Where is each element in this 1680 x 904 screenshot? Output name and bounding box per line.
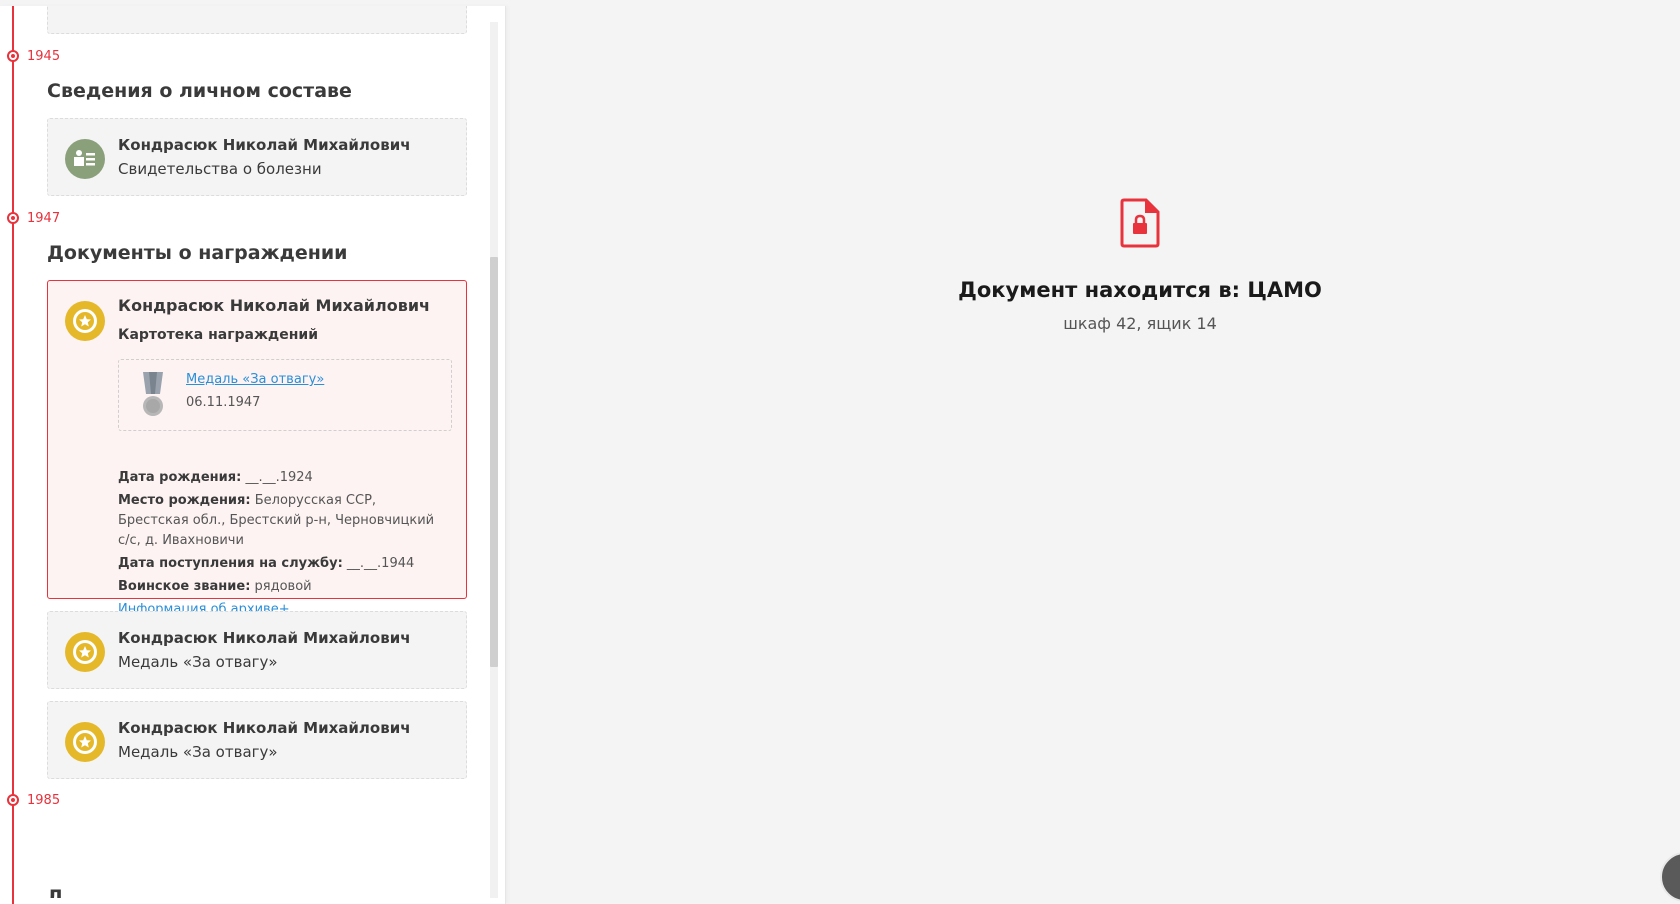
document-location-title: Документ находится в: ЦАМО <box>958 278 1322 302</box>
scrollbar[interactable] <box>490 22 498 898</box>
year-marker <box>7 794 19 806</box>
detail-label: Дата рождения: <box>118 470 242 485</box>
award-link[interactable]: Медаль «За отвагу» <box>186 372 324 387</box>
detail-label: Место рождения: <box>118 493 251 508</box>
detail-label: Дата поступления на службу: <box>118 556 343 571</box>
document-card[interactable]: Кондрасюк Николай Михайлович Медаль «За … <box>47 701 467 779</box>
timeline-panel: 1945 Сведения о личном составе Кондрасюк… <box>0 6 506 904</box>
section-title: Сведения о личном составе <box>47 80 352 102</box>
document-storage-location: шкаф 42, ящик 14 <box>1063 314 1217 333</box>
medal-ribbon-icon <box>140 372 166 422</box>
award-name: Медаль «За отвагу» <box>118 743 278 761</box>
person-name: Кондрасюк Николай Михайлович <box>118 719 411 737</box>
detail-value: __.__.1944 <box>346 556 415 571</box>
floating-action-button[interactable] <box>1660 852 1680 902</box>
detail-row: Место рождения: Белорусская ССР, Брестск… <box>118 491 448 551</box>
person-name: Кондрасюк Николай Михайлович <box>118 296 431 315</box>
year-marker <box>7 50 19 62</box>
person-name: Кондрасюк Николай Михайлович <box>118 136 411 154</box>
year-label: 1947 <box>27 211 61 226</box>
document-location-info: Документ находится в: ЦАМО шкаф 42, ящик… <box>880 198 1400 333</box>
medal-icon <box>65 722 105 762</box>
detail-row: Дата поступления на службу: __.__.1944 <box>118 554 448 574</box>
document-type: Свидетельства о болезни <box>118 160 322 178</box>
person-name: Кондрасюк Николай Михайлович <box>118 629 411 647</box>
year-marker <box>7 212 19 224</box>
detail-value: рядовой <box>254 579 312 594</box>
document-card[interactable]: Кондрасюк Николай Михайлович Свидетельст… <box>47 118 467 196</box>
detail-label: Воинское звание: <box>118 579 251 594</box>
year-label: 1945 <box>27 49 61 64</box>
document-type: Картотека награждений <box>118 327 319 343</box>
person-list-icon <box>65 139 105 179</box>
detail-row: Воинское звание: рядовой <box>118 577 448 597</box>
scrollbar-thumb[interactable] <box>490 257 498 667</box>
timeline-card-cutoff[interactable] <box>47 6 467 34</box>
locked-file-icon <box>1120 198 1160 252</box>
timeline-line <box>12 6 14 904</box>
detail-value: __.__.1924 <box>245 470 313 485</box>
person-details: Дата рождения: __.__.1924 Место рождения… <box>118 468 448 620</box>
detail-row: Дата рождения: __.__.1924 <box>118 468 448 488</box>
award-date: 06.11.1947 <box>186 395 261 410</box>
medal-icon <box>65 632 105 672</box>
section-title: Документы о награждении <box>47 242 348 264</box>
award-item: Медаль «За отвагу» 06.11.1947 <box>118 359 452 431</box>
document-card[interactable]: Кондрасюк Николай Михайлович Медаль «За … <box>47 611 467 689</box>
award-name: Медаль «За отвагу» <box>118 653 278 671</box>
active-document-card[interactable]: Кондрасюк Николай Михайлович Картотека н… <box>47 280 467 617</box>
medal-icon <box>65 301 105 341</box>
year-label: 1985 <box>27 793 61 808</box>
section-title-cutoff: Д <box>47 886 64 898</box>
